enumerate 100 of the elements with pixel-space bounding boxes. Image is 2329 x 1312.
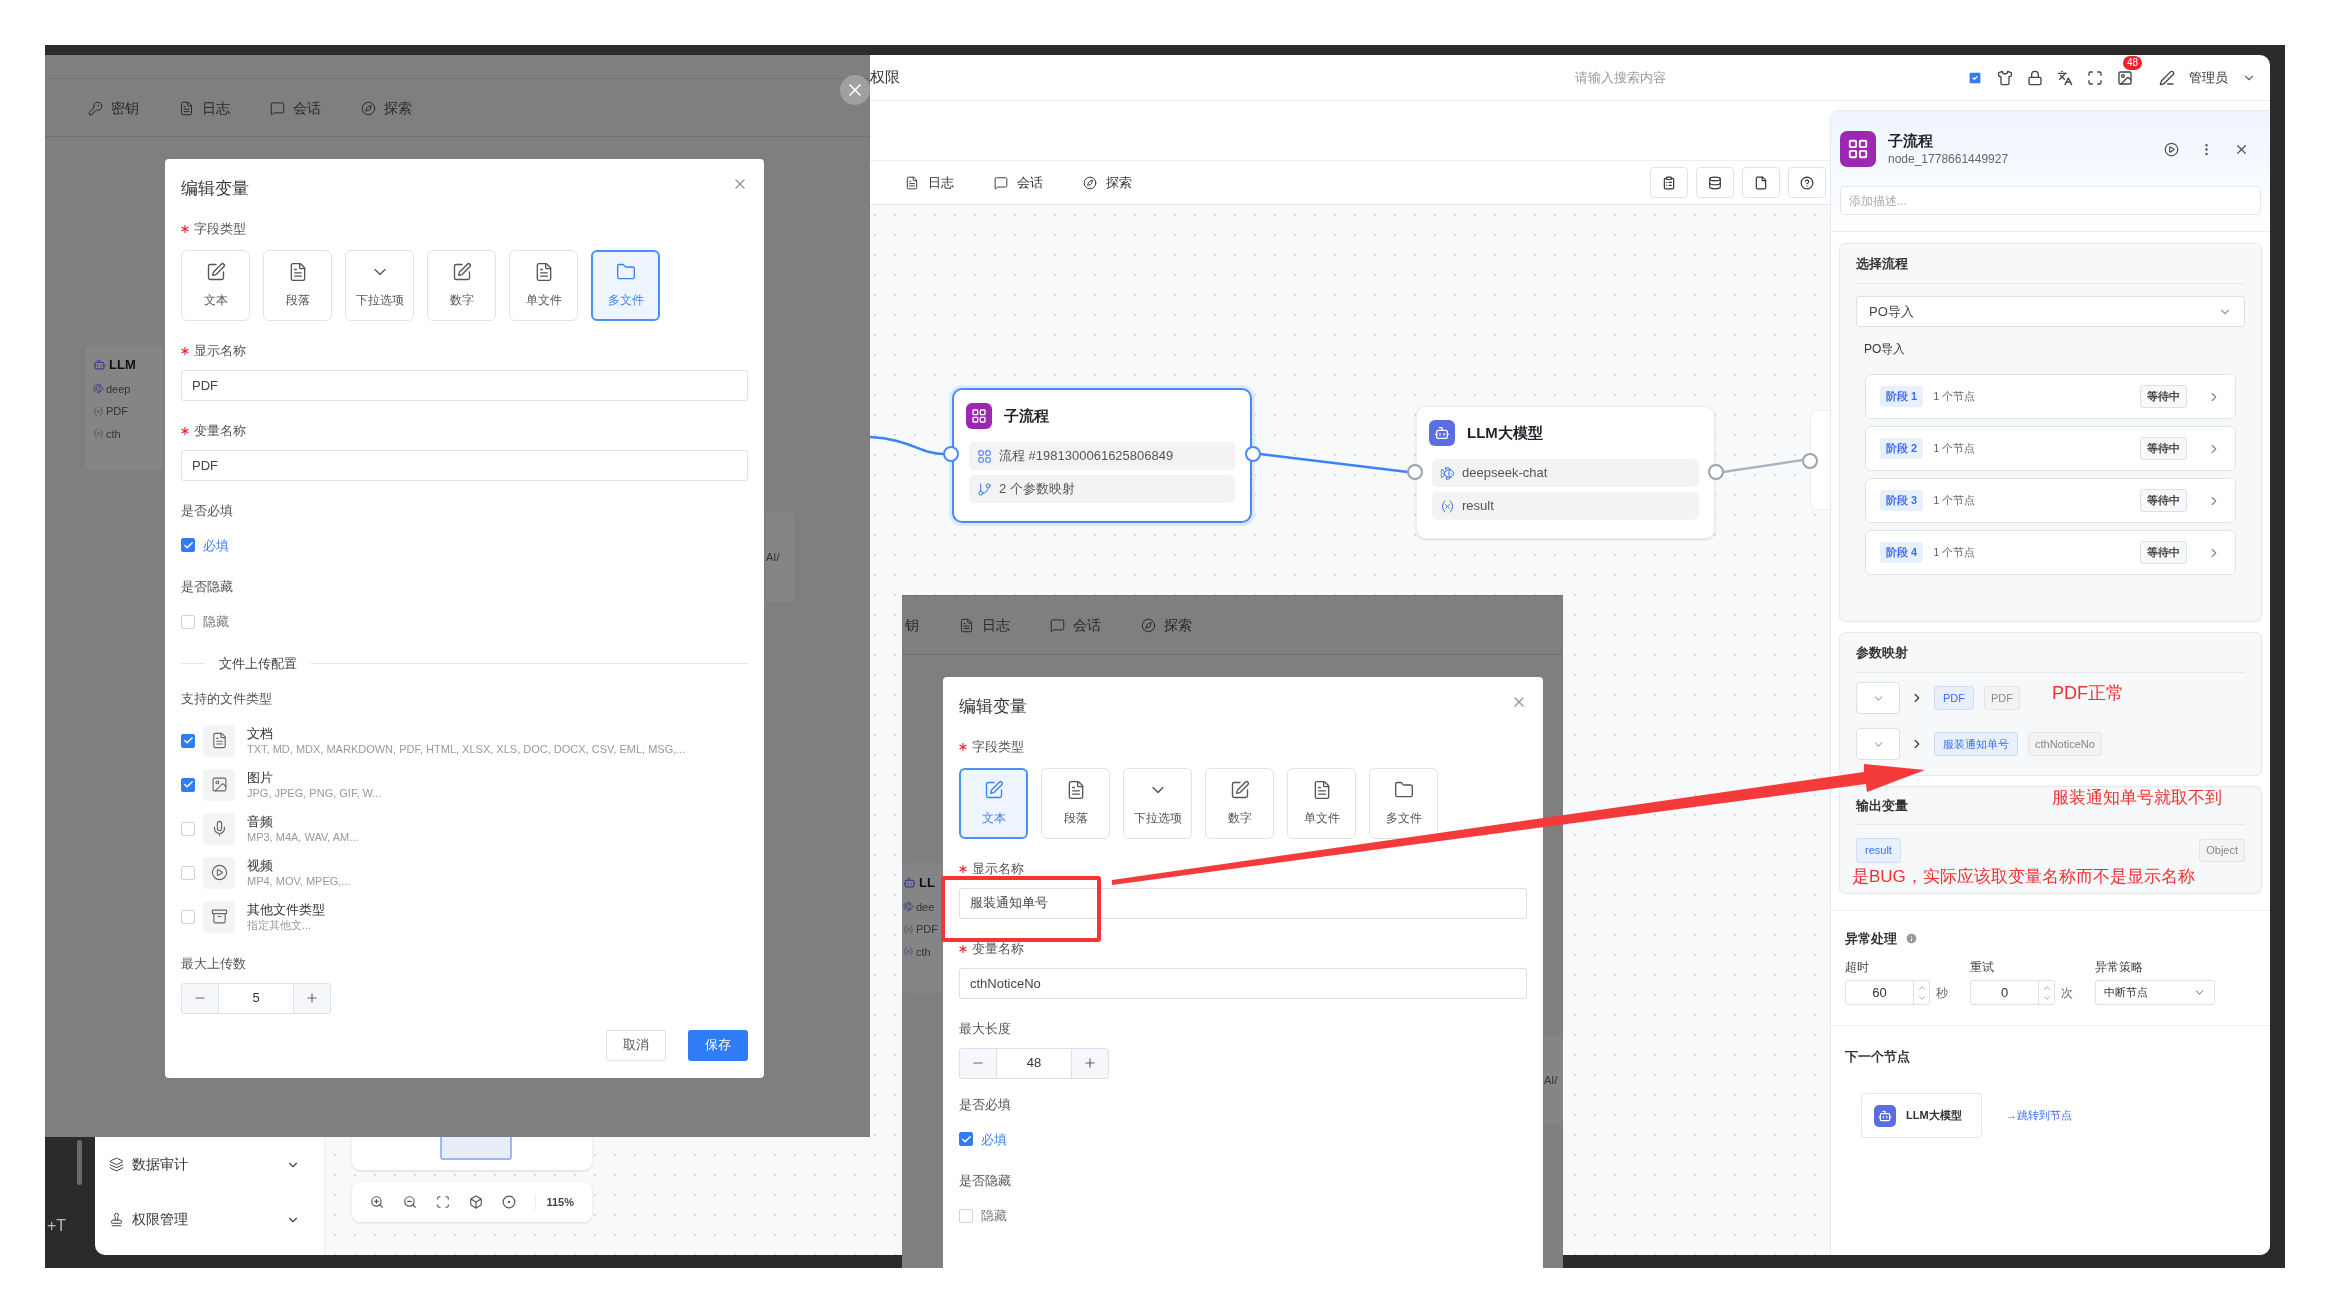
- checkbox-icon[interactable]: [1967, 69, 1983, 86]
- tab[interactable]: 钥: [905, 614, 919, 636]
- field-type-option[interactable]: 单文件: [1287, 767, 1356, 839]
- document-icon: [905, 175, 919, 190]
- type-tag: Object: [2199, 839, 2245, 862]
- fullscreen-icon[interactable]: [2087, 69, 2103, 86]
- port-handle[interactable]: [1245, 446, 1261, 462]
- lock-icon[interactable]: [2027, 69, 2043, 86]
- sidebar-item[interactable]: 数据审计: [95, 1137, 324, 1192]
- tab[interactable]: 会话: [1050, 614, 1101, 636]
- number-stepper[interactable]: 48: [959, 1047, 1109, 1079]
- tab[interactable]: 会话: [994, 172, 1043, 193]
- tab[interactable]: 日志: [905, 172, 954, 193]
- sidebar-item[interactable]: 权限管理: [95, 1192, 324, 1247]
- checkbox[interactable]: [181, 777, 195, 792]
- port-handle[interactable]: [1802, 453, 1818, 469]
- increment-button[interactable]: [1071, 1048, 1108, 1078]
- node-title: LL: [919, 874, 935, 892]
- target-icon[interactable]: [502, 1195, 516, 1209]
- image-icon[interactable]: [2117, 69, 2133, 86]
- field-type-option[interactable]: 数字: [1205, 767, 1274, 839]
- field-type-option[interactable]: 多文件: [1369, 767, 1438, 839]
- stage-row[interactable]: 阶段 3 1 个节点 等待中: [1865, 478, 2236, 523]
- file-type-formats: JPG, JPEG, PNG, GIF, W...: [247, 785, 382, 801]
- toolbar-button[interactable]: [1650, 167, 1688, 198]
- field-type-option[interactable]: 段落: [1041, 767, 1110, 839]
- field-type-option[interactable]: 下拉选项: [1123, 767, 1192, 839]
- tab[interactable]: 探索: [1083, 172, 1132, 193]
- toolbar-button[interactable]: [1696, 167, 1734, 198]
- next-node-card[interactable]: LLM大模型: [1861, 1093, 1982, 1138]
- save-button[interactable]: 保存: [688, 1029, 748, 1061]
- number-field[interactable]: 48: [997, 1048, 1071, 1078]
- stage-row[interactable]: 阶段 1 1 个节点 等待中: [1865, 374, 2236, 419]
- number-field[interactable]: 0: [1970, 980, 2055, 1005]
- unit-label: 次: [2061, 984, 2073, 1002]
- translate-icon[interactable]: [2057, 69, 2073, 86]
- checkbox[interactable]: [181, 538, 195, 553]
- tab[interactable]: 探索: [1141, 614, 1192, 636]
- cancel-button[interactable]: 取消: [606, 1029, 666, 1061]
- annotation-note: 是BUG，实际应该取变量名称而不是显示名称: [1852, 866, 2195, 888]
- checkbox-label: 隐藏: [203, 613, 229, 631]
- description-field[interactable]: 添加描述...: [1840, 186, 2261, 215]
- close-button[interactable]: [840, 75, 870, 105]
- field-label: 显示名称: [972, 859, 1024, 878]
- field-type-option[interactable]: 下拉选项: [345, 249, 414, 321]
- toolbar-button[interactable]: [1788, 167, 1826, 198]
- text-field[interactable]: PDF: [181, 449, 748, 481]
- shirt-icon[interactable]: [1997, 69, 2013, 86]
- text-field[interactable]: cthNoticeNo: [959, 967, 1527, 999]
- text-field[interactable]: PDF: [181, 369, 748, 401]
- number-field[interactable]: 60: [1845, 980, 1930, 1005]
- field-type-option[interactable]: 多文件: [591, 249, 660, 321]
- strategy-select[interactable]: 中断节点: [2095, 980, 2215, 1005]
- play-icon[interactable]: [2164, 141, 2179, 157]
- tab[interactable]: 密钥: [88, 97, 139, 119]
- field-label: 显示名称: [194, 341, 246, 360]
- stage-count: 1 个节点: [1933, 493, 1976, 509]
- node-row-text: 流程 #1981300061625806849: [999, 447, 1174, 466]
- tab[interactable]: 日志: [179, 97, 230, 119]
- file-type-name: 其他文件类型: [247, 900, 325, 918]
- zoom-in-icon[interactable]: [370, 1195, 384, 1209]
- cube-icon[interactable]: [469, 1195, 483, 1209]
- checkbox[interactable]: [181, 733, 195, 748]
- number-stepper[interactable]: 5: [181, 982, 331, 1014]
- stage-row[interactable]: 阶段 2 1 个节点 等待中: [1865, 426, 2236, 471]
- stage-row[interactable]: 阶段 4 1 个节点 等待中: [1865, 530, 2236, 575]
- increment-button[interactable]: [293, 983, 330, 1013]
- text-field[interactable]: 服装通知单号: [959, 887, 1527, 919]
- tab[interactable]: 探索: [361, 97, 412, 119]
- field-label: 字段类型: [972, 737, 1024, 756]
- workflow-node[interactable]: LLM大模型 deepseek-chat result: [1416, 406, 1715, 539]
- port-handle[interactable]: [1708, 464, 1724, 480]
- variable-icon: [1440, 498, 1455, 514]
- info-icon: [1905, 931, 1918, 945]
- checkbox[interactable]: [959, 1132, 973, 1147]
- field-type-option[interactable]: 单文件: [509, 249, 578, 321]
- section-title: 选择流程: [1856, 254, 1908, 273]
- number-field[interactable]: 5: [219, 983, 293, 1013]
- file-type-name: 视频: [247, 856, 274, 874]
- workflow-node[interactable]: 子流程 流程 #1981300061625806849 2 个参数映射: [952, 388, 1252, 523]
- search-field[interactable]: 请输入搜索内容: [1575, 67, 1835, 88]
- pen-icon[interactable]: [2159, 69, 2175, 86]
- field-type-option[interactable]: 文本: [959, 767, 1028, 839]
- toolbar-button[interactable]: [1742, 167, 1780, 198]
- jump-to-node-link[interactable]: →跳转到节点: [2006, 1107, 2072, 1124]
- tab[interactable]: 会话: [270, 97, 321, 119]
- field-type-option[interactable]: 段落: [263, 249, 332, 321]
- chat-icon: [270, 100, 285, 116]
- port-handle[interactable]: [943, 446, 959, 462]
- user-name[interactable]: 管理员: [2189, 67, 2228, 88]
- tab[interactable]: 日志: [959, 614, 1010, 636]
- node-row-text: PDF: [106, 404, 128, 419]
- stage-count: 1 个节点: [1933, 545, 1976, 561]
- flow-select[interactable]: PO导入: [1856, 296, 2245, 327]
- port-handle[interactable]: [1407, 464, 1423, 480]
- zoom-out-icon[interactable]: [403, 1195, 417, 1209]
- field-type-option[interactable]: 文本: [181, 249, 250, 321]
- field-type-option[interactable]: 数字: [427, 249, 496, 321]
- node-row-text: AI/: [1544, 1072, 1558, 1088]
- document-icon: [179, 100, 194, 116]
